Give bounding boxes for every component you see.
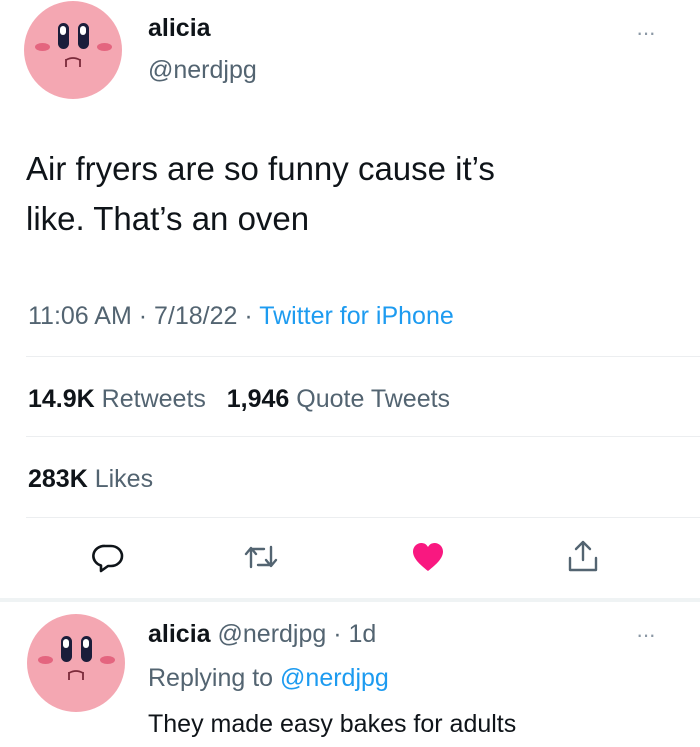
retweets-stat[interactable]: 14.9K Retweets (28, 385, 206, 413)
meta-separator: · (138, 302, 155, 330)
tweet-text-line-2: like. That’s an oven (26, 200, 310, 237)
share-button[interactable] (566, 538, 600, 574)
quotes-label: Quote Tweets (296, 385, 451, 413)
reply-button[interactable] (92, 541, 124, 573)
more-options-icon[interactable]: ··· (636, 22, 656, 44)
replying-to: Replying to @nerdjpg (148, 664, 389, 693)
likes-label: Likes (94, 465, 154, 493)
replying-to-handle[interactable]: @nerdjpg (280, 664, 389, 692)
avatar-mouth (65, 57, 81, 67)
divider (26, 436, 700, 437)
avatar-right-eye (78, 23, 89, 49)
avatar-right-eye (81, 636, 92, 662)
reply-separator: · (326, 620, 349, 648)
replying-to-prefix: Replying to (148, 664, 274, 692)
reply-more-options-icon[interactable]: ··· (636, 624, 656, 646)
retweet-button[interactable] (244, 542, 278, 572)
engagement-stats: 14.9K Retweets 1,946 Quote Tweets (28, 385, 450, 414)
retweets-label: Retweets (101, 385, 206, 413)
meta-separator: · (244, 302, 260, 330)
thread-separator (0, 598, 700, 602)
likes-stat[interactable]: 283K Likes (28, 465, 153, 494)
avatar-right-blush (97, 43, 112, 51)
avatar-left-eye (58, 23, 69, 49)
quotes-stat[interactable]: 1,946 Quote Tweets (227, 385, 450, 413)
quotes-count: 1,946 (226, 385, 290, 413)
reply-avatar[interactable] (27, 614, 125, 712)
reply-text: They made easy bakes for adults (148, 710, 517, 738)
likes-count: 283K (28, 465, 88, 493)
heart-icon (413, 543, 443, 571)
tweet-meta: 11:06 AM · 7/18/22 · Twitter for iPhone (28, 302, 454, 331)
display-name[interactable]: alicia (148, 14, 211, 43)
avatar-right-blush (100, 656, 115, 664)
user-handle[interactable]: @nerdjpg (148, 56, 257, 85)
share-icon (568, 540, 598, 572)
tweet-text: Air fryers are so funny cause it’s like.… (26, 144, 666, 244)
retweet-icon (244, 545, 278, 569)
avatar-mouth (68, 670, 84, 680)
reply-age[interactable]: 1d (349, 620, 377, 648)
tweet-time[interactable]: 11:06 AM (28, 302, 132, 330)
reply-user-handle[interactable]: @nerdjpg (218, 620, 327, 648)
avatar-left-blush (38, 656, 53, 664)
reply-display-name[interactable]: alicia (148, 620, 211, 648)
like-button[interactable] (411, 541, 445, 573)
tweet-date[interactable]: 7/18/22 (154, 302, 237, 330)
reply-header: alicia @nerdjpg · 1d (148, 620, 376, 649)
avatar-left-blush (35, 43, 50, 51)
speech-bubble-icon (92, 544, 124, 573)
tweet-source[interactable]: Twitter for iPhone (259, 302, 454, 330)
tweet-text-line-1: Air fryers are so funny cause it’s (26, 150, 495, 187)
avatar[interactable] (24, 1, 122, 99)
divider (26, 517, 700, 518)
avatar-left-eye (61, 636, 72, 662)
retweets-count: 14.9K (28, 385, 95, 413)
divider (26, 356, 700, 357)
